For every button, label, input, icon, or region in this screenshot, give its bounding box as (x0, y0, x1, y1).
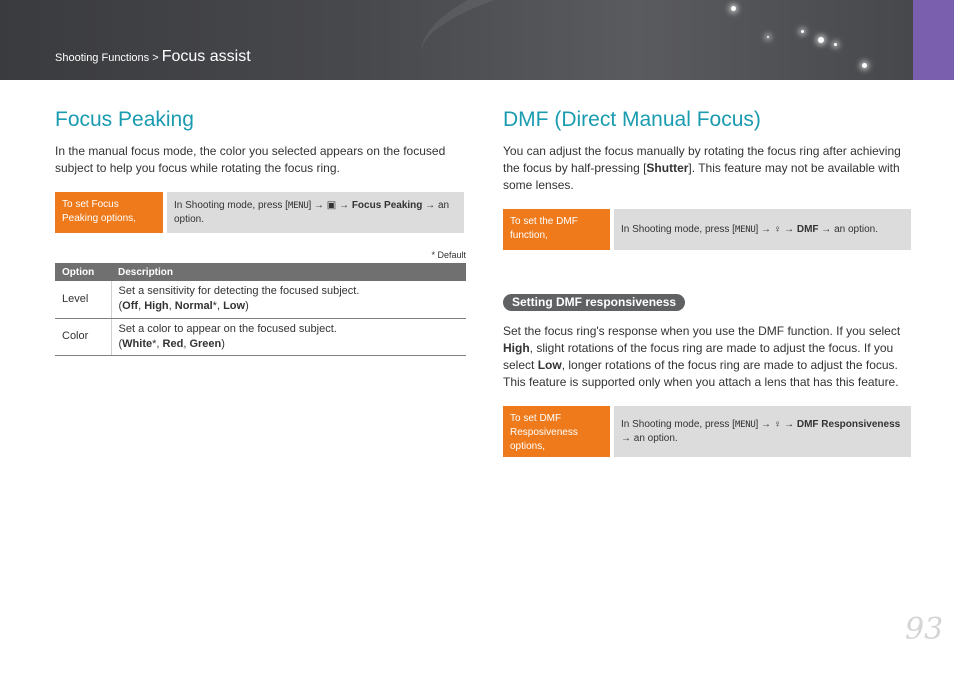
menu-button-icon: MENU (287, 200, 309, 211)
howto-steps: In Shooting mode, press [MENU] → ♀ → DMF… (614, 406, 911, 457)
option-values: (Off, High, Normal*, Low) (118, 300, 249, 313)
focus-peaking-title: Focus Peaking (55, 108, 194, 131)
default-note: * Default (431, 250, 466, 260)
chapter-tab[interactable] (913, 0, 954, 80)
shutter-label: Shutter (646, 161, 689, 175)
dmf-responsiveness-text: Set the focus ring's response when you u… (503, 323, 913, 391)
value-red: Red (162, 337, 184, 350)
table-header-option: Option (55, 263, 111, 281)
value-normal: Normal (174, 300, 213, 313)
description-text: Set a sensitivity for detecting the focu… (118, 285, 360, 298)
sparkle-decoration (731, 6, 736, 11)
option-description: Set a color to appear on the focused sub… (111, 318, 466, 356)
step-text: In Shooting mode, press [ (174, 199, 288, 211)
sparkle-decoration (767, 36, 769, 38)
camera-mode-icon: ▣ (326, 199, 337, 211)
value-white: White (122, 337, 153, 350)
value-off: Off (122, 300, 139, 313)
breadcrumb: Shooting Functions > Focus assist (55, 48, 251, 66)
sparkle-decoration (862, 63, 867, 68)
sparkle-decoration (834, 43, 837, 46)
breadcrumb-current: Focus assist (161, 48, 251, 65)
option-name: Level (55, 281, 112, 319)
step-text: In Shooting mode, press [ (621, 418, 735, 430)
option-description: Set a sensitivity for detecting the focu… (111, 281, 466, 319)
menu-button-icon: MENU (734, 419, 756, 430)
value-high: High (144, 300, 169, 313)
howto-label: To set DMF Resposiveness options, (503, 406, 610, 457)
step-target: DMF Responsiveness (796, 418, 901, 430)
option-name: Color (55, 318, 112, 356)
howto-label: To set Focus Peaking options, (55, 192, 163, 233)
body-text: , longer rotations of the focus ring are… (503, 358, 899, 389)
page-number: 93 (905, 612, 944, 647)
menu-button-icon: MENU (734, 224, 756, 235)
body-text: Set the focus ring's response when you u… (503, 324, 901, 338)
step-target: Focus Peaking (351, 199, 423, 211)
header-banner: Shooting Functions > Focus assist (0, 0, 913, 80)
table-header-description: Description (111, 263, 466, 281)
step-text: → an option. (621, 432, 678, 444)
option-values: (White*, Red, Green) (118, 337, 225, 350)
step-text: → an option. (818, 223, 879, 235)
dmf-howto: To set the DMF function, In Shooting mod… (503, 209, 911, 250)
arrow-text: → (336, 199, 352, 211)
dmf-title: DMF (Direct Manual Focus) (503, 108, 761, 131)
dmf-intro: You can adjust the focus manually by rot… (503, 143, 911, 194)
options-table: Option Description Level Set a sensitivi… (55, 263, 466, 356)
howto-steps: In Shooting mode, press [MENU] → ♀ → DMF… (614, 209, 911, 250)
step-target: DMF (796, 223, 819, 235)
table-row: Level Set a sensitivity for detecting th… (55, 281, 466, 319)
value-green: Green (189, 337, 222, 350)
howto-steps: In Shooting mode, press [MENU] → ▣ → Foc… (167, 192, 464, 233)
value-low: Low (223, 300, 246, 313)
focus-peaking-howto: To set Focus Peaking options, In Shootin… (55, 192, 464, 233)
arrow-text: → (781, 223, 797, 235)
value-low: Low (537, 358, 562, 372)
arrow-text: → (781, 418, 797, 430)
dmf-responsiveness-subheading: Setting DMF responsiveness (503, 294, 686, 311)
description-text: Set a color to appear on the focused sub… (118, 322, 337, 335)
focus-peaking-intro: In the manual focus mode, the color you … (55, 144, 446, 175)
step-text: ] → (755, 223, 774, 235)
step-text: ] → (755, 418, 774, 430)
value-high: High (503, 341, 530, 355)
table-row: Color Set a color to appear on the focus… (55, 318, 466, 356)
step-text: ] → (308, 199, 327, 211)
sparkle-decoration (801, 30, 804, 33)
sparkle-decoration (818, 37, 824, 43)
breadcrumb-parent[interactable]: Shooting Functions > (55, 52, 159, 64)
howto-label: To set the DMF function, (503, 209, 610, 250)
dmf-responsiveness-howto: To set DMF Resposiveness options, In Sho… (503, 406, 911, 457)
step-text: In Shooting mode, press [ (621, 223, 735, 235)
